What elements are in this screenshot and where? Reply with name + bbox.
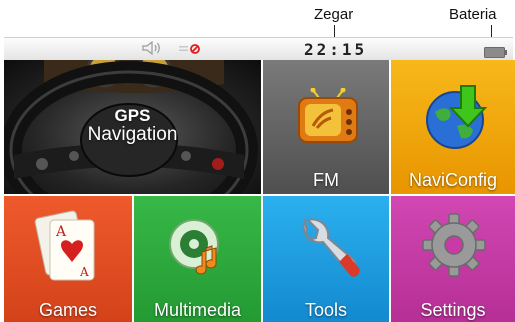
playing-cards-icon: A A xyxy=(34,210,104,289)
wrench-icon xyxy=(293,212,363,289)
mute-indicator-icon xyxy=(179,42,203,60)
battery-annotation: Bateria xyxy=(449,6,497,23)
naviconfig-label: NaviConfig xyxy=(408,170,498,190)
radio-tv-icon xyxy=(297,87,359,153)
clock-annotation: Zegar xyxy=(314,6,354,23)
gps-label-line1: GPS xyxy=(114,106,151,125)
tile-multimedia[interactable]: Multimedia xyxy=(134,196,263,322)
tile-settings[interactable]: Settings xyxy=(391,196,515,322)
tile-games[interactable]: A A Games xyxy=(4,196,134,322)
gps-label-line2: Navigation xyxy=(87,124,178,145)
music-disc-icon xyxy=(166,216,230,285)
status-bar: 22:15 xyxy=(4,37,513,61)
fm-label: FM xyxy=(313,170,339,190)
clock-time: 22:15 xyxy=(304,40,368,59)
settings-label: Settings xyxy=(420,300,486,320)
tile-fm[interactable]: FM xyxy=(263,60,391,196)
tile-gps-navigation[interactable]: GPS Navigation xyxy=(4,60,263,196)
tools-label: Tools xyxy=(304,300,348,320)
tile-naviconfig[interactable]: NaviConfig xyxy=(391,60,515,196)
gear-icon xyxy=(421,212,487,283)
speaker-icon[interactable] xyxy=(142,40,162,60)
globe-arrow-icon xyxy=(421,82,489,157)
svg-text:A: A xyxy=(55,224,67,240)
tile-tools[interactable]: Tools xyxy=(263,196,391,322)
games-label: Games xyxy=(38,300,98,320)
svg-text:A: A xyxy=(79,265,89,279)
multimedia-label: Multimedia xyxy=(153,300,242,320)
